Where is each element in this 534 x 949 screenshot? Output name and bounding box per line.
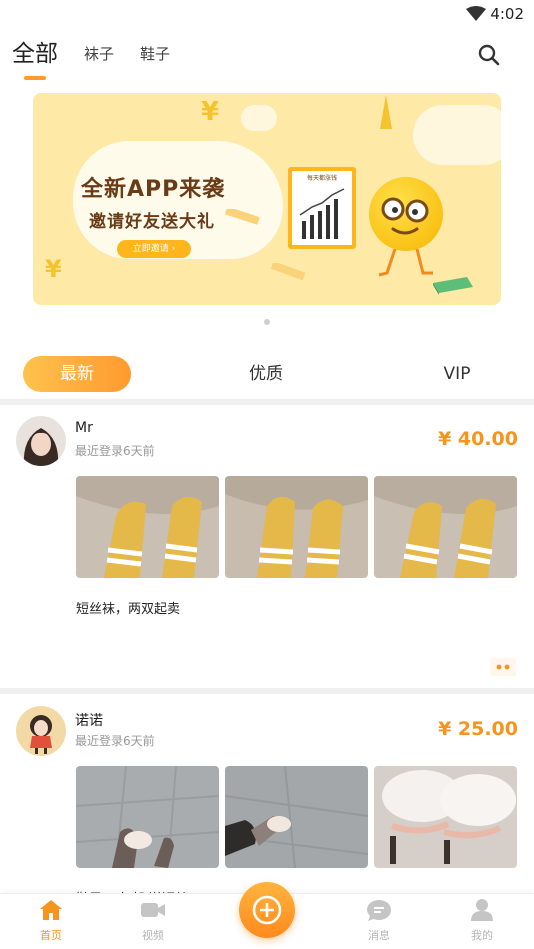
username[interactable]: 诺诺 <box>75 710 103 730</box>
post-card[interactable]: Mr 最近登录6天前 ¥ 40.00 短丝袜，两双起卖 <box>0 416 534 686</box>
yen-decoration: ¥ <box>201 97 220 127</box>
last-login: 最近登录6天前 <box>75 444 155 458</box>
nav-home[interactable]: 首页 <box>16 898 86 943</box>
post-photo[interactable] <box>374 766 517 868</box>
category-tabs: 全部 袜子 鞋子 <box>12 34 196 80</box>
bottom-nav: 首页 视频 消息 我的 <box>0 882 534 949</box>
app-screen: 4:02 全部 袜子 鞋子 ¥ ¥ 全新APP来袭 邀请好友送大礼 立即邀请 ›… <box>0 0 534 949</box>
cloud-decoration <box>241 105 277 131</box>
invite-button[interactable]: 立即邀请 › <box>117 240 191 258</box>
promo-banner[interactable]: ¥ ¥ 全新APP来袭 邀请好友送大礼 立即邀请 › 每天都涨钱 <box>33 93 501 305</box>
home-icon <box>40 900 62 920</box>
category-tab-all[interactable]: 全部 <box>12 34 58 80</box>
post-photo[interactable] <box>76 766 219 868</box>
section-divider <box>0 399 534 405</box>
username[interactable]: Mr <box>75 420 93 436</box>
photo-grid <box>76 766 523 868</box>
nav-messages[interactable]: 消息 <box>344 898 414 943</box>
wifi-icon <box>466 6 486 21</box>
coin-mascot-icon <box>369 177 443 251</box>
status-time: 4:02 <box>490 5 524 23</box>
last-login: 最近登录6天前 <box>75 734 155 748</box>
chart-icon <box>299 188 345 239</box>
nav-home-label: 首页 <box>40 929 62 942</box>
avatar[interactable] <box>16 416 66 466</box>
nav-profile[interactable]: 我的 <box>447 898 517 943</box>
nav-messages-label: 消息 <box>368 929 390 942</box>
filter-tab-latest[interactable]: 最新 <box>23 356 131 392</box>
banner-subtitle: 邀请好友送大礼 <box>89 212 215 232</box>
board-label: 每天都涨钱 <box>306 175 337 182</box>
ticket-decoration <box>270 263 306 281</box>
add-post-button[interactable] <box>239 882 295 938</box>
post-photo[interactable] <box>374 476 517 578</box>
chart-board: 每天都涨钱 <box>288 167 356 249</box>
section-divider <box>0 688 534 694</box>
filter-tab-quality[interactable]: 优质 <box>230 356 302 392</box>
nav-video-label: 视频 <box>142 929 164 942</box>
post-card[interactable]: 诺诺 最近登录6天前 ¥ 25.00 <box>0 706 534 907</box>
category-tab-shoes[interactable]: 鞋子 <box>140 43 170 80</box>
yen-decoration: ¥ <box>45 255 62 283</box>
price: ¥ 40.00 <box>438 428 518 450</box>
post-photo[interactable] <box>76 476 219 578</box>
user-icon <box>471 899 493 921</box>
more-options-icon[interactable] <box>490 658 516 676</box>
cloud-decoration <box>413 105 501 165</box>
search-icon[interactable] <box>476 42 502 68</box>
post-photo[interactable] <box>225 766 368 868</box>
filter-tabs: 最新 优质 VIP <box>0 356 534 392</box>
category-tab-socks[interactable]: 袜子 <box>84 43 114 80</box>
nav-profile-label: 我的 <box>471 929 493 942</box>
filter-tab-vip[interactable]: VIP <box>422 356 492 392</box>
avatar[interactable] <box>16 706 66 756</box>
plus-icon <box>252 895 282 925</box>
post-photo[interactable] <box>225 476 368 578</box>
post-description: 短丝袜，两双起卖 <box>76 602 181 617</box>
nav-video[interactable]: 视频 <box>118 898 188 943</box>
photo-grid <box>76 476 523 578</box>
book-decoration <box>433 277 473 295</box>
kite-decoration <box>380 95 392 129</box>
message-icon <box>367 900 391 921</box>
price: ¥ 25.00 <box>438 718 518 740</box>
banner-title: 全新APP来袭 <box>81 177 226 202</box>
banner-page-indicator <box>264 319 270 325</box>
status-bar: 4:02 <box>0 0 534 28</box>
ticket-decoration <box>224 209 260 225</box>
video-icon <box>141 903 165 917</box>
